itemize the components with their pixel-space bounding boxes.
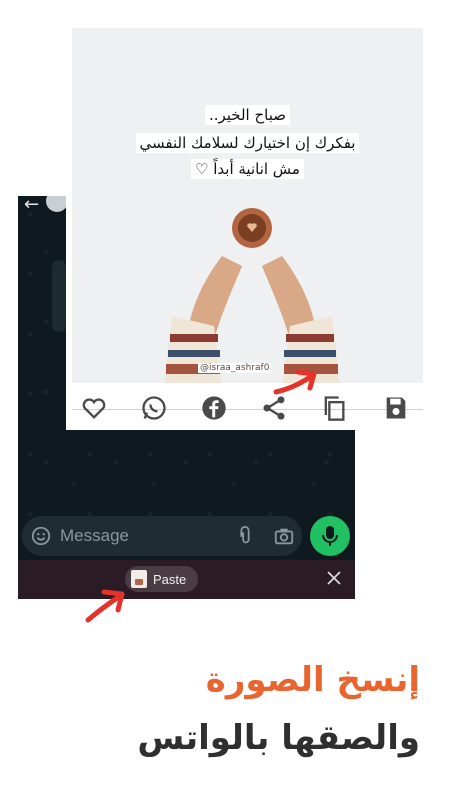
hands-holding-coffee-illustration (164, 208, 340, 383)
back-arrow-icon[interactable]: ← (24, 196, 39, 215)
mic-icon (322, 526, 338, 546)
chat-scroll-indicator (52, 260, 66, 332)
copy-icon[interactable] (320, 394, 348, 422)
paste-button[interactable]: Paste (125, 566, 199, 592)
image-preview-card: صباح الخير.. بفكرك إن اختيارك لسلامك الن… (66, 28, 423, 430)
clipboard-thumbnail (131, 570, 147, 588)
heart-icon[interactable] (80, 394, 108, 422)
share-actions-bar (66, 390, 423, 430)
quote-line-2: بفكرك إن اختيارك لسلامك النفسي (135, 133, 360, 153)
pointer-arrow-paste (85, 589, 125, 623)
share-icon[interactable] (260, 394, 288, 422)
caption-line-2: والصقها بالواتس (137, 718, 420, 758)
quote-image: صباح الخير.. بفكرك إن اختيارك لسلامك الن… (72, 28, 423, 383)
camera-icon[interactable] (272, 525, 296, 547)
avatar[interactable] (46, 196, 68, 212)
caption-line-1: إنسخ الصورة (205, 660, 420, 700)
close-icon[interactable] (325, 569, 343, 587)
quote-line-1: صباح الخير.. (204, 105, 291, 125)
message-input-placeholder[interactable]: Message (60, 526, 129, 546)
emoji-icon[interactable] (30, 525, 52, 547)
facebook-icon[interactable] (200, 394, 228, 422)
paste-label: Paste (153, 571, 187, 587)
message-input-bar[interactable]: Message (22, 516, 302, 556)
pointer-arrow-copy (273, 369, 317, 395)
quote-line-3: مش انانية أبداً ♡ (191, 159, 304, 179)
watermark: @israa_ashraf0 (198, 363, 272, 373)
whatsapp-icon[interactable] (140, 394, 168, 422)
save-icon[interactable] (382, 394, 410, 422)
mic-button[interactable] (310, 516, 350, 556)
attach-icon[interactable] (234, 525, 256, 547)
